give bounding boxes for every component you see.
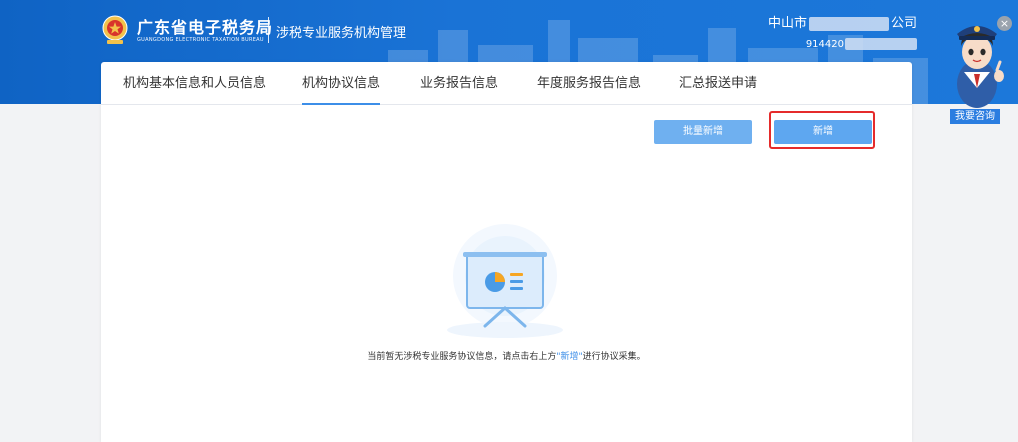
tab-summary-submit[interactable]: 汇总报送申请 [679, 62, 757, 104]
empty-presentation-icon [447, 224, 563, 338]
empty-state-add-link[interactable]: "新增" [556, 352, 582, 362]
tab-agreement-info[interactable]: 机构协议信息 [302, 62, 381, 105]
tab-bar: 机构基本信息和人员信息 机构协议信息 业务报告信息 年度服务报告信息 汇总报送申… [101, 62, 912, 105]
tab-business-report[interactable]: 业务报告信息 [420, 62, 498, 104]
batch-add-button[interactable]: 批量新增 [654, 120, 752, 144]
tab-basic-info[interactable]: 机构基本信息和人员信息 [123, 62, 266, 104]
empty-state-message: 当前暂无涉税专业服务协议信息，请点击右上方"新增"进行协议采集。 [101, 349, 912, 362]
company-name: 中山市 公司 [768, 12, 917, 31]
tab-annual-report[interactable]: 年度服务报告信息 [537, 62, 641, 104]
assistant-consult-button[interactable]: 我要咨询 [950, 109, 1000, 124]
assistant-close-icon[interactable]: × [997, 16, 1012, 31]
add-button-highlight [769, 111, 875, 149]
tax-bureau-emblem-icon [102, 15, 128, 44]
main-panel: 机构基本信息和人员信息 机构协议信息 业务报告信息 年度服务报告信息 汇总报送申… [101, 62, 912, 442]
redacted-mask [845, 38, 917, 50]
logo-title: 广东省电子税务局 [137, 18, 274, 37]
tax-id-prefix: 914420 [805, 39, 844, 50]
redacted-mask [808, 16, 889, 31]
logo-divider [268, 17, 269, 43]
empty-state-text: 当前暂无涉税专业服务协议信息，请点击右上方 [367, 352, 557, 362]
logo-subtitle: GUANGDONG ELECTRONIC TAXATION BUREAU [137, 37, 264, 43]
company-name-prefix: 中山市 [767, 16, 807, 31]
tax-id: 914420 [806, 38, 917, 50]
company-name-suffix: 公司 [890, 16, 917, 31]
empty-state-text-end: 进行协议采集。 [582, 352, 646, 362]
system-title: 涉税专业服务机构管理 [276, 26, 407, 41]
